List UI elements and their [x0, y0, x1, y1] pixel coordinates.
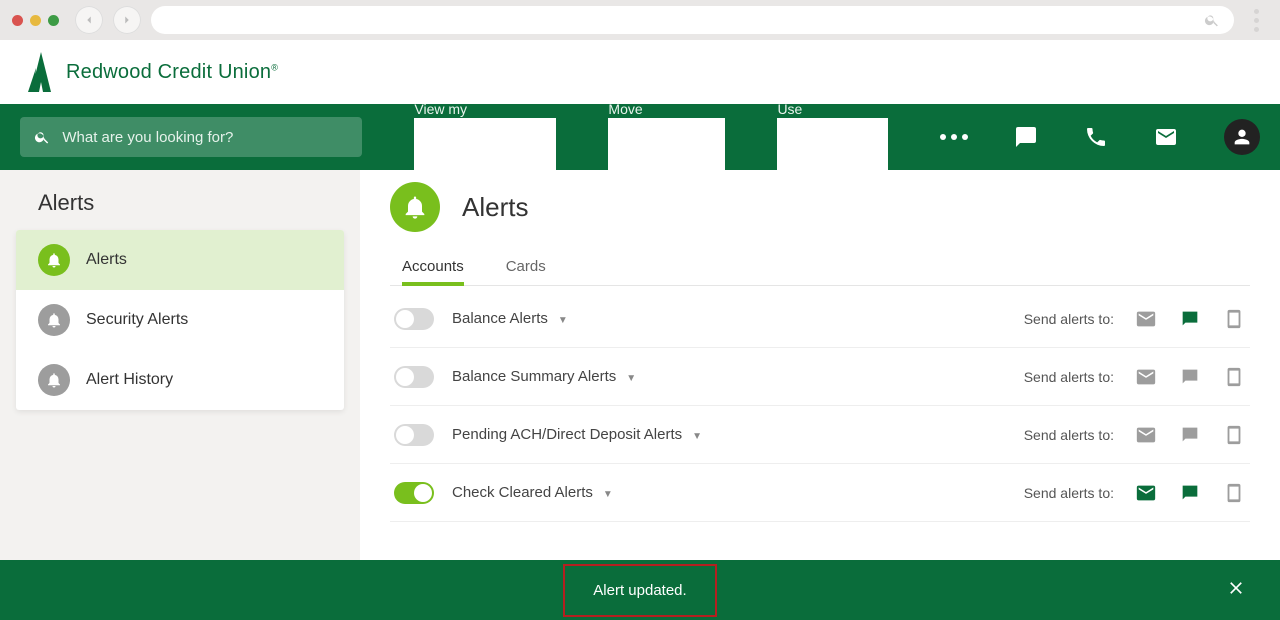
- channel-email-icon[interactable]: [1134, 307, 1158, 331]
- nav-item-pre: View my: [414, 101, 556, 118]
- search-icon: [34, 128, 50, 146]
- sidebar-item-alerts[interactable]: Alerts: [16, 230, 344, 290]
- search-icon: [1204, 12, 1220, 28]
- nav-item-pre: Use: [777, 101, 888, 118]
- channel-mobile-icon[interactable]: [1222, 307, 1246, 331]
- nav-item-pre: Move: [608, 101, 725, 118]
- bell-icon: [390, 182, 440, 232]
- send-to-label: Send alerts to:: [1024, 427, 1114, 443]
- alert-label[interactable]: Check Cleared Alerts▼: [452, 484, 613, 501]
- forward-button[interactable]: [113, 6, 141, 34]
- window-controls: [12, 15, 59, 26]
- chevron-down-icon: ▼: [603, 489, 613, 500]
- page-body: Alerts Alerts Security Alerts Alert Hist…: [0, 170, 1280, 620]
- nav-item-money[interactable]: Move Money: [608, 101, 725, 173]
- main-panel: Alerts Accounts Cards Balance Alerts▼ Se…: [360, 170, 1280, 620]
- phone-icon[interactable]: [1084, 125, 1108, 149]
- nav-utilities: [940, 119, 1260, 155]
- channel-chat-icon[interactable]: [1178, 307, 1202, 331]
- close-icon: [1226, 578, 1246, 598]
- send-to-label: Send alerts to:: [1024, 485, 1114, 501]
- nav-item-billpay[interactable]: Use Bill Pay: [777, 101, 888, 173]
- url-bar[interactable]: [151, 6, 1234, 34]
- alert-toggle[interactable]: [394, 366, 434, 388]
- sidebar-card: Alerts Security Alerts Alert History: [16, 230, 344, 410]
- send-to-label: Send alerts to:: [1024, 311, 1114, 327]
- sidebar-title: Alerts: [16, 186, 344, 230]
- chevron-down-icon: ▼: [692, 431, 702, 442]
- bell-icon: [38, 304, 70, 336]
- sidebar-item-label: Alert History: [86, 371, 173, 389]
- alert-row: Balance Summary Alerts▼ Send alerts to:: [390, 348, 1250, 406]
- tab-accounts[interactable]: Accounts: [402, 250, 464, 285]
- sidebar: Alerts Alerts Security Alerts Alert Hist…: [0, 170, 360, 620]
- channel-email-icon[interactable]: [1134, 481, 1158, 505]
- browser-chrome: [0, 0, 1280, 40]
- profile-icon[interactable]: [1224, 119, 1260, 155]
- nav-item-main: Money: [608, 118, 725, 173]
- back-button[interactable]: [75, 6, 103, 34]
- channel-chat-icon[interactable]: [1178, 481, 1202, 505]
- nav-items: View my Accounts Move Money Use Bill Pay: [414, 101, 888, 173]
- channel-email-icon[interactable]: [1134, 365, 1158, 389]
- primary-nav: View my Accounts Move Money Use Bill Pay: [0, 104, 1280, 170]
- channel-email-icon[interactable]: [1134, 423, 1158, 447]
- close-window-icon[interactable]: [12, 15, 23, 26]
- mail-icon[interactable]: [1154, 125, 1178, 149]
- alert-toggle[interactable]: [394, 482, 434, 504]
- bell-icon: [38, 244, 70, 276]
- tab-bar: Accounts Cards: [390, 250, 1250, 286]
- channel-chat-icon[interactable]: [1178, 365, 1202, 389]
- toast-close-button[interactable]: [1226, 578, 1246, 602]
- chevron-down-icon: ▼: [558, 315, 568, 326]
- messages-icon[interactable]: [1014, 125, 1038, 149]
- browser-menu-button[interactable]: [1244, 9, 1268, 32]
- more-icon[interactable]: [940, 134, 968, 140]
- page-title: Alerts: [462, 192, 528, 223]
- alert-row: Pending ACH/Direct Deposit Alerts▼ Send …: [390, 406, 1250, 464]
- alert-toggle[interactable]: [394, 424, 434, 446]
- alert-row: Check Cleared Alerts▼ Send alerts to:: [390, 464, 1250, 522]
- sidebar-item-security[interactable]: Security Alerts: [16, 290, 344, 350]
- bell-icon: [38, 364, 70, 396]
- brand-name: Redwood Credit Union®: [66, 61, 278, 84]
- toast-notification: Alert updated.: [0, 560, 1280, 620]
- search-box[interactable]: [20, 117, 362, 157]
- search-input[interactable]: [62, 129, 348, 146]
- alert-label[interactable]: Pending ACH/Direct Deposit Alerts▼: [452, 426, 702, 443]
- nav-item-main: Accounts: [414, 118, 556, 173]
- chevron-down-icon: ▼: [626, 373, 636, 384]
- minimize-window-icon[interactable]: [30, 15, 41, 26]
- alert-label[interactable]: Balance Summary Alerts▼: [452, 368, 636, 385]
- brand-logo-icon: [28, 52, 54, 92]
- sidebar-item-label: Security Alerts: [86, 311, 188, 329]
- channel-chat-icon[interactable]: [1178, 423, 1202, 447]
- nav-item-main: Bill Pay: [777, 118, 888, 173]
- alert-toggle[interactable]: [394, 308, 434, 330]
- toast-message: Alert updated.: [563, 564, 716, 617]
- maximize-window-icon[interactable]: [48, 15, 59, 26]
- sidebar-item-label: Alerts: [86, 251, 127, 269]
- channel-mobile-icon[interactable]: [1222, 365, 1246, 389]
- tab-cards[interactable]: Cards: [506, 250, 546, 285]
- alert-rows: Balance Alerts▼ Send alerts to: Balance …: [390, 290, 1250, 522]
- brand-logo[interactable]: Redwood Credit Union®: [28, 52, 278, 92]
- send-to-label: Send alerts to:: [1024, 369, 1114, 385]
- brand-header: Redwood Credit Union®: [0, 40, 1280, 104]
- channel-mobile-icon[interactable]: [1222, 481, 1246, 505]
- nav-item-accounts[interactable]: View my Accounts: [414, 101, 556, 173]
- page-header: Alerts: [390, 182, 1250, 232]
- alert-row: Balance Alerts▼ Send alerts to:: [390, 290, 1250, 348]
- alert-label[interactable]: Balance Alerts▼: [452, 310, 568, 327]
- channel-mobile-icon[interactable]: [1222, 423, 1246, 447]
- sidebar-item-history[interactable]: Alert History: [16, 350, 344, 410]
